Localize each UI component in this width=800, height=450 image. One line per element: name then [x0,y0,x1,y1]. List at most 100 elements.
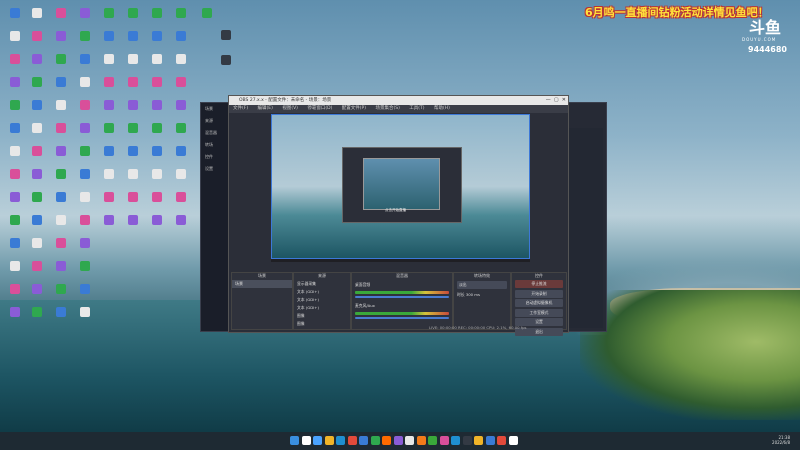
desktop-shortcut-icon[interactable] [122,146,144,170]
source-item[interactable]: 文本 (GDI+) [294,296,350,304]
sidebar-item[interactable]: 设置 [201,163,231,175]
desktop-shortcut-icon[interactable] [98,54,120,78]
desktop-shortcut-icon[interactable] [4,123,26,147]
taskbar-app-icon[interactable] [497,436,506,445]
desktop-shortcut-icon[interactable] [122,215,144,239]
source-item[interactable]: 文本 (GDI+) [294,304,350,312]
transition-duration[interactable]: 时长 300 ms [454,291,510,299]
desktop-shortcut-icon[interactable] [50,192,72,216]
desktop-shortcut-icon[interactable] [122,8,144,32]
desktop-shortcut-icon[interactable] [50,238,72,262]
sidebar-item[interactable]: 混音器 [201,127,231,139]
desktop-shortcut-icon[interactable] [215,30,237,54]
desktop-shortcut-icon[interactable] [98,31,120,55]
desktop-shortcut-icon[interactable] [146,192,168,216]
desktop-shortcut-icon[interactable] [98,100,120,124]
desktop-shortcut-icon[interactable] [122,31,144,55]
desktop-shortcut-icon[interactable] [98,146,120,170]
desktop-shortcut-icon[interactable] [74,284,96,308]
desktop-shortcut-icon[interactable] [170,215,192,239]
desktop-shortcut-icon[interactable] [98,192,120,216]
desktop-shortcut-icon[interactable] [74,238,96,262]
desktop-shortcut-icon[interactable] [122,54,144,78]
volume-slider[interactable] [355,317,449,319]
menu-help[interactable]: 帮助(H) [434,106,450,111]
desktop-shortcut-icon[interactable] [170,8,192,32]
taskbar-app-icon[interactable] [347,436,357,445]
desktop-shortcut-icon[interactable] [146,215,168,239]
desktop-shortcut-icon[interactable] [50,8,72,32]
taskbar-app-icon[interactable] [359,436,368,445]
taskbar-app-icon[interactable] [301,436,311,445]
desktop-shortcut-icon[interactable] [98,8,120,32]
desktop-shortcut-icon[interactable] [4,146,26,170]
taskbar-app-icon[interactable] [416,436,426,445]
source-item[interactable]: 图像 [294,312,350,320]
desktop-shortcut-icon[interactable] [74,123,96,147]
source-item[interactable]: 显示器采集 [294,280,350,288]
desktop-shortcut-icon[interactable] [170,31,192,55]
desktop-shortcut-icon[interactable] [74,261,96,285]
desktop-shortcut-icon[interactable] [74,215,96,239]
desktop-shortcut-icon[interactable] [170,169,192,193]
desktop-shortcut-icon[interactable] [74,192,96,216]
desktop-shortcut-icon[interactable] [50,100,72,124]
sidebar-item[interactable]: 转场 [201,139,231,151]
desktop-shortcut-icon[interactable] [50,261,72,285]
taskbar-app-icon[interactable] [336,436,345,445]
taskbar-app-icon[interactable] [485,436,495,445]
desktop-shortcut-icon[interactable] [122,192,144,216]
desktop-shortcut-icon[interactable] [50,54,72,78]
desktop-shortcut-icon[interactable] [170,77,192,101]
taskbar-app-icon[interactable] [393,436,403,445]
desktop-shortcut-icon[interactable] [122,169,144,193]
menu-tools[interactable]: 工具(T) [409,106,424,111]
desktop-shortcut-icon[interactable] [26,169,48,193]
menu-docks[interactable]: 停靠窗口(D) [307,106,332,111]
desktop-shortcut-icon[interactable] [4,169,26,193]
window-controls[interactable]: — ▢ ✕ [546,96,566,105]
desktop-shortcut-icon[interactable] [146,146,168,170]
taskbar-app-icon[interactable] [428,436,437,445]
desktop-shortcut-icon[interactable] [146,100,168,124]
desktop-shortcut-icon[interactable] [50,123,72,147]
desktop-shortcut-icon[interactable] [4,77,26,101]
taskbar-app-icon[interactable] [370,436,380,445]
desktop-shortcut-icon[interactable] [74,77,96,101]
desktop-shortcut-icon[interactable] [170,192,192,216]
system-tray-clock[interactable]: 21:38 2022/6/8 [772,435,790,445]
desktop-shortcut-icon[interactable] [26,261,48,285]
source-item[interactable]: 图像 [294,320,350,328]
taskbar-app-icon[interactable] [439,436,449,445]
desktop-shortcut-icon[interactable] [50,146,72,170]
desktop-shortcut-icon[interactable] [215,55,237,79]
desktop-shortcut-icon[interactable] [50,307,72,331]
desktop-shortcut-icon[interactable] [4,192,26,216]
taskbar-app-icon[interactable] [508,436,518,445]
studio-mode-button[interactable]: 工作室模式 [515,308,563,317]
desktop-shortcut-icon[interactable] [146,31,168,55]
taskbar-app-icon[interactable] [382,436,391,445]
desktop-shortcut-icon[interactable] [74,54,96,78]
desktop-shortcut-icon[interactable] [146,123,168,147]
desktop-shortcut-icon[interactable] [146,8,168,32]
desktop-shortcut-icon[interactable] [50,215,72,239]
taskbar-app-icon[interactable] [313,436,322,445]
desktop-shortcut-icon[interactable] [26,100,48,124]
obs-window[interactable]: OBS 27.x.x - 配置文件：未命名 - 场景：场景 — ▢ ✕ 文件(F… [228,95,569,336]
desktop-shortcut-icon[interactable] [196,8,218,32]
virtual-camera-button[interactable]: 启动虚拟摄像机 [515,299,563,307]
sidebar-item[interactable]: 来源 [201,115,231,127]
menu-edit[interactable]: 编辑(E) [258,106,273,111]
desktop-shortcut-icon[interactable] [74,307,96,331]
sidebar-item[interactable]: 场景 [201,103,231,115]
desktop-shortcut-icon[interactable] [26,215,48,239]
desktop-shortcut-icon[interactable] [26,238,48,262]
volume-slider[interactable] [355,296,449,298]
taskbar-app-icon[interactable] [462,436,472,445]
desktop-shortcut-icon[interactable] [98,77,120,101]
desktop-shortcut-icon[interactable] [4,100,26,124]
desktop-shortcut-icon[interactable] [4,307,26,331]
start-recording-button[interactable]: 开始录制 [515,289,563,298]
obs-preview[interactable]: 点击开始直播 [271,114,530,262]
